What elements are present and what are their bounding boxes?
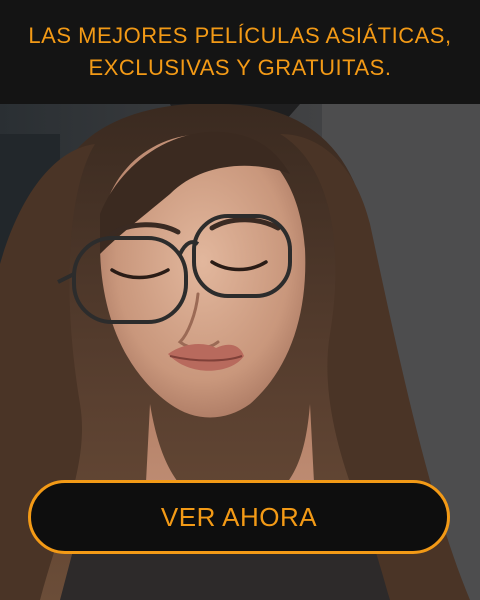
ad-banner[interactable]: LAS MEJORES PELÍCULAS ASIÁTICAS, EXCLUSI… (0, 0, 480, 600)
headline-bar: LAS MEJORES PELÍCULAS ASIÁTICAS, EXCLUSI… (0, 0, 480, 104)
headline-line-2: EXCLUSIVAS Y GRATUITAS. (88, 55, 392, 80)
headline-line-1: LAS MEJORES PELÍCULAS ASIÁTICAS, (28, 23, 452, 48)
watch-now-button[interactable]: VER AHORA (28, 480, 450, 554)
headline: LAS MEJORES PELÍCULAS ASIÁTICAS, EXCLUSI… (28, 20, 451, 84)
